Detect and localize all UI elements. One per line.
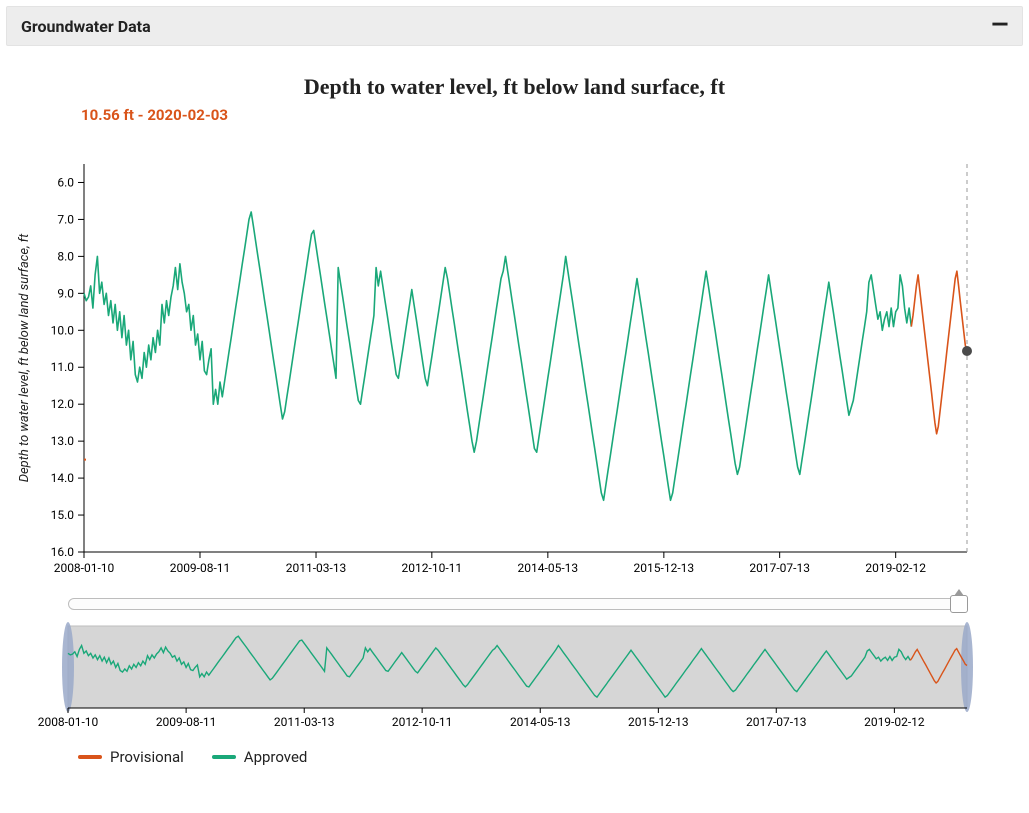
svg-text:2008-01-10: 2008-01-10 — [38, 715, 99, 729]
svg-text:7.0: 7.0 — [57, 212, 74, 226]
legend: Provisional Approved — [78, 748, 1023, 766]
hover-readout-sep: - — [134, 106, 147, 124]
time-scrubber[interactable] — [68, 598, 961, 610]
legend-label-provisional: Provisional — [110, 748, 184, 766]
svg-text:2019-02-12: 2019-02-12 — [864, 715, 925, 729]
svg-text:2017-07-13: 2017-07-13 — [749, 561, 810, 575]
scrubber-thumb[interactable] — [950, 595, 968, 613]
legend-item-approved: Approved — [212, 748, 308, 766]
svg-text:16.0: 16.0 — [51, 545, 75, 559]
svg-text:14.0: 14.0 — [51, 471, 75, 485]
svg-text:12.0: 12.0 — [51, 397, 75, 411]
svg-text:2019-02-12: 2019-02-12 — [865, 561, 926, 575]
hover-readout-value: 10.56 ft — [81, 106, 134, 124]
svg-text:8.0: 8.0 — [57, 249, 74, 263]
svg-text:2008-01-10: 2008-01-10 — [54, 561, 115, 575]
hover-readout-date: 2020-02-03 — [147, 106, 228, 124]
svg-text:2011-03-13: 2011-03-13 — [274, 715, 335, 729]
svg-text:9.0: 9.0 — [57, 286, 74, 300]
svg-text:2014-05-13: 2014-05-13 — [510, 715, 571, 729]
svg-text:2015-12-13: 2015-12-13 — [628, 715, 689, 729]
legend-swatch-provisional — [78, 755, 102, 759]
panel-title: Groundwater Data — [21, 17, 151, 36]
overview-chart[interactable]: 2008-01-10 2009-08-11 2011-03-13 2012-10-11… — [6, 616, 1023, 736]
svg-text:2011-03-13: 2011-03-13 — [286, 561, 347, 575]
svg-text:2012-10-11: 2012-10-11 — [392, 715, 453, 729]
panel-header[interactable]: Groundwater Data — — [6, 6, 1023, 46]
collapse-icon[interactable]: — — [991, 15, 1008, 37]
svg-text:11.0: 11.0 — [51, 360, 75, 374]
svg-text:10.0: 10.0 — [51, 323, 75, 337]
svg-text:13.0: 13.0 — [51, 434, 75, 448]
chart-title: Depth to water level, ft below land surf… — [6, 74, 1023, 100]
svg-text:15.0: 15.0 — [51, 508, 75, 522]
svg-text:Depth to water level, ft below: Depth to water level, ft below land surf… — [17, 233, 32, 482]
svg-text:2009-08-11: 2009-08-11 — [170, 561, 231, 575]
svg-text:2017-07-13: 2017-07-13 — [746, 715, 807, 729]
svg-text:2009-08-11: 2009-08-11 — [156, 715, 217, 729]
legend-item-provisional: Provisional — [78, 748, 184, 766]
svg-text:2014-05-13: 2014-05-13 — [518, 561, 579, 575]
main-chart[interactable]: 6.0 7.0 8.0 9.0 10.0 11.0 12.0 13.0 14.0 15.0 16.0… — [6, 100, 1023, 580]
svg-text:6.0: 6.0 — [57, 175, 74, 189]
svg-text:2012-10-11: 2012-10-11 — [402, 561, 463, 575]
legend-label-approved: Approved — [244, 748, 308, 766]
hover-readout: 10.56 ft - 2020-02-03 — [81, 106, 228, 124]
legend-swatch-approved — [212, 755, 236, 759]
svg-text:2015-12-13: 2015-12-13 — [634, 561, 695, 575]
